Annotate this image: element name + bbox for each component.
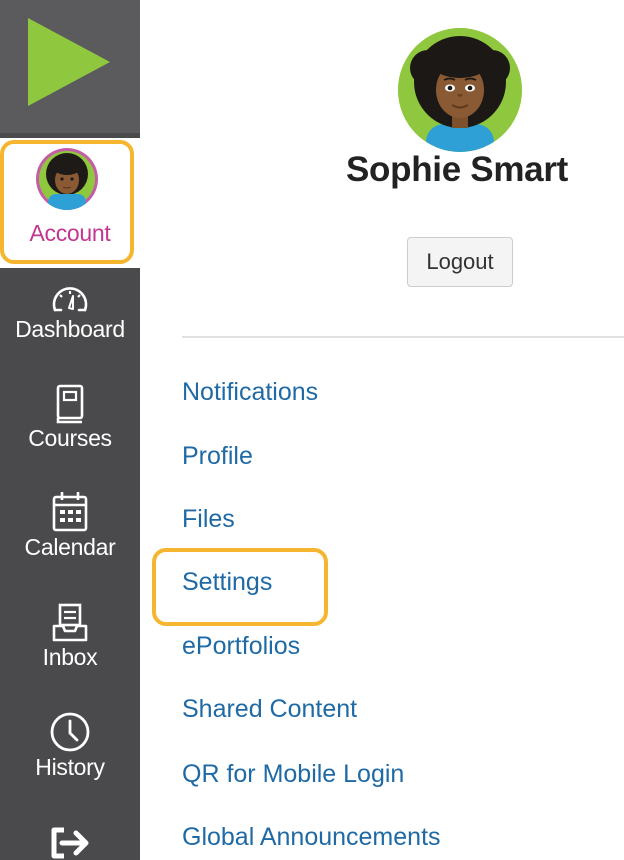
- user-avatar-image: [398, 28, 522, 152]
- profile-avatar: [398, 28, 522, 152]
- nav-item-dashboard[interactable]: Dashboard: [0, 280, 140, 343]
- nav-item-label: Inbox: [42, 644, 98, 670]
- menu-link-eportfolios[interactable]: ePortfolios: [182, 632, 300, 661]
- nav-item-calendar[interactable]: Calendar: [0, 490, 140, 561]
- divider: [182, 336, 624, 338]
- menu-link-global-announcements[interactable]: Global Announcements: [182, 823, 441, 852]
- logout-button[interactable]: Logout: [407, 237, 513, 287]
- nav-item-courses[interactable]: Courses: [0, 383, 140, 452]
- menu-link-qr-mobile-login[interactable]: QR for Mobile Login: [182, 760, 404, 789]
- account-avatar-icon: [36, 148, 98, 210]
- clock-icon: [50, 712, 90, 752]
- canvas-logo[interactable]: [0, 0, 140, 133]
- user-name: Sophie Smart: [346, 150, 569, 189]
- nav-item-inbox[interactable]: Inbox: [0, 602, 140, 671]
- nav-item-label: Account: [29, 220, 111, 246]
- nav-item-label: Courses: [28, 425, 112, 451]
- logout-arrow-icon: [51, 827, 89, 859]
- nav-item-history[interactable]: History: [0, 710, 140, 781]
- nav-item-label: History: [35, 754, 105, 780]
- nav-item-account[interactable]: Account: [0, 138, 140, 268]
- play-triangle-icon: [28, 18, 110, 106]
- menu-link-files[interactable]: Files: [182, 505, 235, 534]
- calendar-icon: [52, 492, 88, 532]
- nav-item-label: Calendar: [24, 534, 116, 560]
- menu-link-shared-content[interactable]: Shared Content: [182, 695, 357, 724]
- nav-item-logout[interactable]: [0, 826, 140, 860]
- menu-link-notifications[interactable]: Notifications: [182, 378, 318, 407]
- inbox-icon: [52, 603, 88, 642]
- menu-link-settings[interactable]: Settings: [182, 568, 272, 597]
- speedometer-icon: [52, 287, 88, 312]
- nav-item-label: Dashboard: [15, 316, 125, 342]
- book-icon: [56, 384, 84, 424]
- menu-link-profile[interactable]: Profile: [182, 442, 253, 471]
